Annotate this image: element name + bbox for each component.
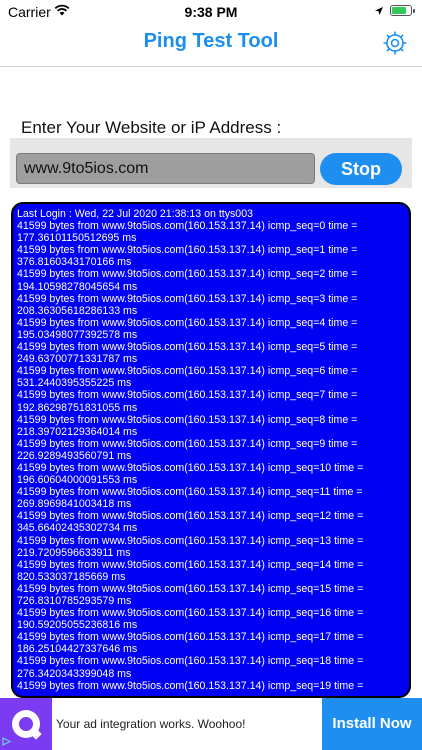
console-line: 531.2440395355225 ms (17, 377, 132, 390)
console-line: 195.03498077392578 ms (17, 328, 138, 341)
console-line: 41599 bytes from www.9to5ios.com(160.153… (17, 413, 358, 426)
location-icon (375, 6, 383, 15)
ping-output-console[interactable]: Last Login : Wed, 22 Jul 2020 21:38:13 o… (11, 202, 411, 698)
console-line: 276.3420343399048 ms (17, 667, 132, 680)
console-line: 41599 bytes from www.9to5ios.com(160.153… (17, 220, 358, 233)
console-line: 41599 bytes from www.9to5ios.com(160.153… (17, 655, 364, 668)
console-line: 41599 bytes from www.9to5ios.com(160.153… (17, 607, 364, 620)
console-line: 41599 bytes from www.9to5ios.com(160.153… (17, 244, 358, 257)
console-line: 208.36305618286133 ms (17, 304, 138, 317)
console-line: 41599 bytes from www.9to5ios.com(160.153… (17, 268, 358, 281)
install-now-button[interactable]: Install Now (322, 698, 422, 750)
console-line: 41599 bytes from www.9to5ios.com(160.153… (17, 316, 358, 329)
console-line: 41599 bytes from www.9to5ios.com(160.153… (17, 582, 364, 595)
battery-icon (390, 5, 415, 16)
console-line: 186.25104427337646 ms (17, 643, 138, 656)
console-line: 41599 bytes from www.9to5ios.com(160.153… (17, 534, 364, 547)
adchoices-icon[interactable] (2, 737, 11, 746)
console-line: 269.8969841003418 ms (17, 498, 132, 511)
console-line: 190.59205055236816 ms (17, 619, 138, 632)
stop-button[interactable]: Stop (320, 153, 402, 185)
console-line: 41599 bytes from www.9to5ios.com(160.153… (17, 292, 358, 305)
console-line: 41599 bytes from www.9to5ios.com(160.153… (17, 486, 363, 499)
console-line: 41599 bytes from www.9to5ios.com(160.153… (17, 341, 358, 354)
console-line: 226.9289493560791 ms (17, 449, 132, 462)
console-line: 41599 bytes from www.9to5ios.com(160.153… (17, 365, 358, 378)
console-line: 41599 bytes from www.9to5ios.com(160.153… (17, 510, 364, 523)
console-line: 41599 bytes from www.9to5ios.com(160.153… (17, 679, 364, 692)
navigation-bar: Ping Test Tool (0, 24, 422, 67)
console-line: 726.8310785293579 ms (17, 595, 132, 607)
console-line: 218.39702129364014 ms (17, 425, 138, 438)
address-input[interactable]: www.9to5ios.com (16, 153, 315, 184)
console-line: 194.10598278045654 ms (17, 280, 138, 293)
status-right (374, 5, 415, 16)
status-bar: Carrier 9:38 PM (0, 0, 422, 24)
address-prompt-label: Enter Your Website or iP Address : (21, 118, 282, 137)
console-line: 177.36101150512695 ms (17, 232, 137, 245)
console-line: 41599 bytes from www.9to5ios.com(160.153… (17, 437, 358, 450)
console-line: 41599 bytes from www.9to5ios.com(160.153… (17, 631, 364, 644)
console-line: 192.86298751831055 ms (17, 401, 138, 414)
console-line: 249.63700771331787 ms (17, 353, 138, 366)
console-line: 41599 bytes from www.9to5ios.com(160.153… (17, 389, 358, 402)
ad-text: Your ad integration works. Woohoo! (56, 717, 246, 731)
console-line: 41599 bytes from www.9to5ios.com(160.153… (17, 558, 364, 571)
console-line: 219.7209596633911 ms (17, 546, 131, 559)
page-title: Ping Test Tool (143, 30, 279, 52)
clock: 9:38 PM (184, 4, 238, 20)
ad-banner[interactable]: Your ad integration works. Woohoo! Insta… (0, 698, 422, 750)
console-line: 345.66402435302734 ms (17, 522, 138, 535)
console-line: 820.533037185669 ms (17, 570, 126, 583)
gear-icon[interactable] (382, 30, 408, 56)
console-line: 376.8160343170166 ms (17, 256, 132, 269)
console-line: 41599 bytes from www.9to5ios.com(160.153… (17, 461, 364, 474)
console-line: 196.60604000091553 ms (17, 474, 138, 487)
console-line: Last Login : Wed, 22 Jul 2020 21:38:13 o… (17, 208, 253, 220)
